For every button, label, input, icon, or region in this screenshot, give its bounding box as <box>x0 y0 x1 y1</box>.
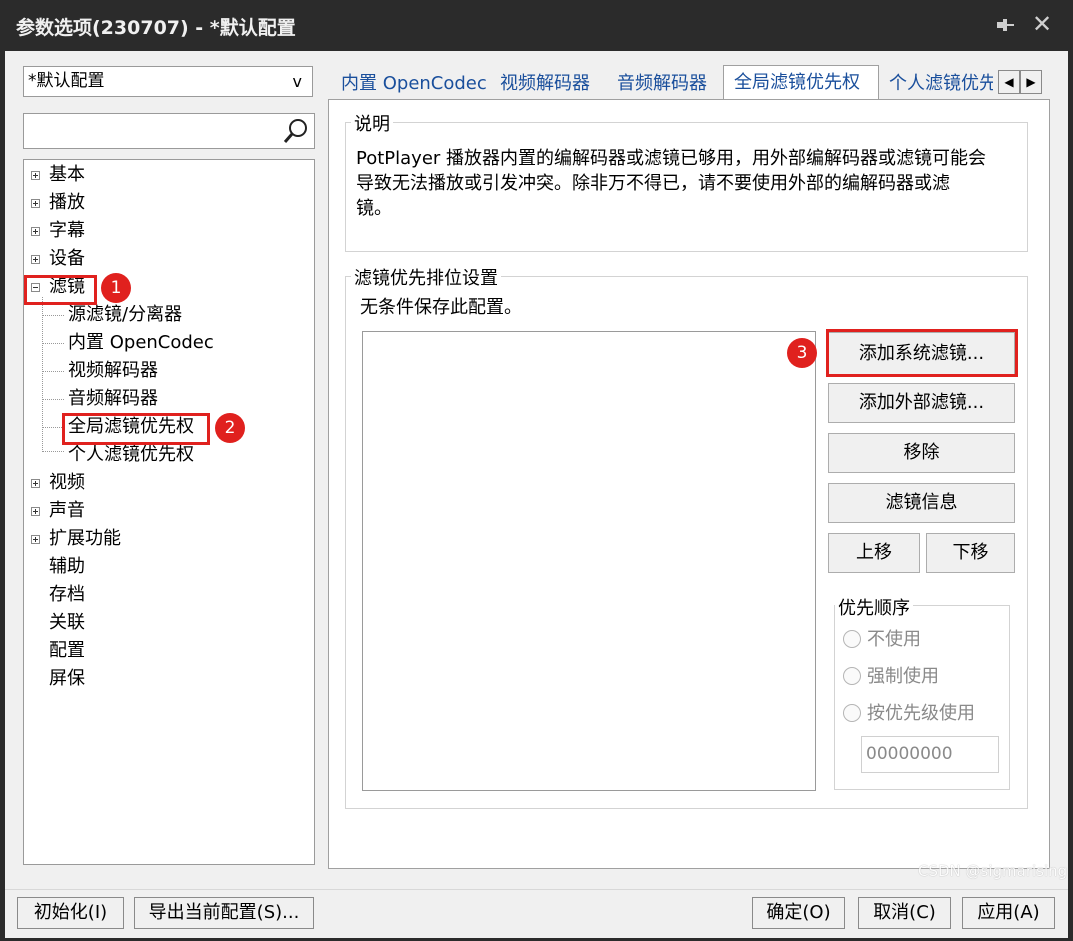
tree-item-config[interactable]: 配置 <box>49 638 85 664</box>
tree-connector <box>42 297 43 452</box>
tree-item-association[interactable]: 关联 <box>49 610 85 636</box>
tree-connector <box>42 427 64 428</box>
radio-circle <box>843 667 861 685</box>
tab-video-decoder[interactable]: 视频解码器 <box>500 69 590 101</box>
tab-personal-filter-priority[interactable]: 个人滤镜优先 <box>889 69 993 101</box>
tree-item-label: 屏保 <box>49 668 85 689</box>
tree-item-label: 视频解码器 <box>68 360 158 381</box>
tree-item-label: 存档 <box>49 584 85 605</box>
tree-item-label: 配置 <box>49 640 85 661</box>
profile-dropdown[interactable]: *默认配置 v <box>23 66 313 97</box>
client-area: *默认配置 v 基本 播放 字幕 设备 滤镜 源滤镜/分离器 内置 OpenCo… <box>5 51 1068 938</box>
tree-item-label: 基本 <box>49 164 85 185</box>
profile-dropdown-value: *默认配置 <box>28 71 105 91</box>
priority-value-field[interactable]: 00000000 <box>861 736 999 773</box>
export-config-button[interactable]: 导出当前配置(S)... <box>134 897 314 929</box>
expand-icon[interactable] <box>31 255 40 264</box>
expand-icon[interactable] <box>31 227 40 236</box>
tree-item-label: 设备 <box>49 248 85 269</box>
description-line-1: PotPlayer 播放器内置的编解码器或滤镜已够用，用外部编解码器或滤镜可能会 <box>356 148 987 169</box>
tree-connector <box>42 371 64 372</box>
step-badge-2: 2 <box>215 413 245 443</box>
tree-item-personal-filter-priority[interactable]: 个人滤镜优先权 <box>68 442 194 468</box>
apply-button[interactable]: 应用(A) <box>962 897 1055 929</box>
tab-strip: 内置 OpenCodec 视频解码器 音频解码器 全局滤镜优先权 个人滤镜优先 … <box>328 65 1050 101</box>
tree-item-label: 视频 <box>49 472 85 493</box>
tree-connector <box>42 399 64 400</box>
close-icon[interactable]: ✕ <box>1030 12 1054 36</box>
description-line-3: 镜。 <box>356 198 392 219</box>
settings-tree[interactable]: 基本 播放 字幕 设备 滤镜 源滤镜/分离器 内置 OpenCodec 视频解码… <box>23 159 315 865</box>
tab-panel: 说明 PotPlayer 播放器内置的编解码器或滤镜已够用，用外部编解码器或滤镜… <box>328 99 1050 869</box>
remove-button[interactable]: 移除 <box>828 433 1015 473</box>
expand-icon[interactable] <box>31 507 40 516</box>
tree-item-label: 内置 OpenCodec <box>68 332 214 353</box>
tab-global-filter-priority[interactable]: 全局滤镜优先权 <box>723 65 879 101</box>
preferences-window: 参数选项(230707) - *默认配置 ✕ *默认配置 v 基本 播放 字幕 … <box>0 0 1073 941</box>
order-group-label: 优先顺序 <box>835 594 913 620</box>
step-badge-3: 3 <box>787 338 817 368</box>
tree-item-label: 音频解码器 <box>68 388 158 409</box>
tree-item-label: 字幕 <box>49 220 85 241</box>
tree-item-label: 辅助 <box>49 556 85 577</box>
tree-item-label: 源滤镜/分离器 <box>68 304 183 325</box>
tree-connector <box>42 451 64 452</box>
priority-note: 无条件保存此配置。 <box>360 297 522 318</box>
step-badge-1: 1 <box>101 273 131 303</box>
highlight-box-filters <box>24 275 97 305</box>
description-group-label: 说明 <box>351 110 393 136</box>
tree-item-archive[interactable]: 存档 <box>49 582 85 608</box>
tree-item-label: 关联 <box>49 612 85 633</box>
watermark: CSDN @sigmarising <box>918 862 1068 880</box>
radio-label: 不使用 <box>867 629 921 650</box>
initialize-button[interactable]: 初始化(I) <box>17 897 124 929</box>
window-title: 参数选项(230707) - *默认配置 <box>16 17 296 39</box>
tree-item-screensaver[interactable]: 屏保 <box>49 666 85 692</box>
priority-group-label: 滤镜优先排位设置 <box>351 264 501 290</box>
radio-circle <box>843 630 861 648</box>
tree-item-opencodec[interactable]: 内置 OpenCodec <box>68 330 214 356</box>
ok-button[interactable]: 确定(O) <box>752 897 845 929</box>
move-down-button[interactable]: 下移 <box>926 533 1015 573</box>
radio-label: 按优先级使用 <box>867 703 975 724</box>
radio-circle <box>843 704 861 722</box>
expand-icon[interactable] <box>31 479 40 488</box>
radio-label: 强制使用 <box>867 666 939 687</box>
expand-icon[interactable] <box>31 171 40 180</box>
tree-item-video-decoder[interactable]: 视频解码器 <box>68 358 158 384</box>
highlight-box-add-system <box>826 329 1018 377</box>
tree-item-label: 个人滤镜优先权 <box>68 444 194 465</box>
tab-scroll-right-icon[interactable]: ▶ <box>1020 70 1042 94</box>
add-external-filter-button[interactable]: 添加外部滤镜... <box>828 383 1015 423</box>
tree-item-label: 扩展功能 <box>49 528 121 549</box>
filter-list[interactable] <box>362 331 816 791</box>
search-icon[interactable] <box>282 117 310 145</box>
search-input[interactable] <box>23 113 315 149</box>
expand-icon[interactable] <box>31 199 40 208</box>
tree-connector <box>42 343 64 344</box>
tree-item-audio-decoder[interactable]: 音频解码器 <box>68 386 158 412</box>
tree-item-assist[interactable]: 辅助 <box>49 554 85 580</box>
tree-item-source-filters[interactable]: 源滤镜/分离器 <box>68 302 182 328</box>
chevron-down-icon: v <box>292 72 302 91</box>
description-line-2: 导致无法播放或引发冲突。除非万不得已，请不要使用外部的编解码器或滤 <box>356 173 950 194</box>
filter-info-button[interactable]: 滤镜信息 <box>828 483 1015 523</box>
highlight-box-global-priority <box>62 413 210 445</box>
tree-connector <box>42 315 64 316</box>
tab-scroll-left-icon[interactable]: ◀ <box>998 70 1020 94</box>
expand-icon[interactable] <box>31 535 40 544</box>
footer-bar: 初始化(I) 导出当前配置(S)... 确定(O) 取消(C) 应用(A) <box>5 889 1068 938</box>
cancel-button[interactable]: 取消(C) <box>858 897 951 929</box>
tree-item-label: 声音 <box>49 500 85 521</box>
tree-item-label: 播放 <box>49 192 85 213</box>
tab-audio-decoder[interactable]: 音频解码器 <box>617 69 707 101</box>
pin-icon[interactable] <box>994 14 1016 36</box>
title-bar[interactable]: 参数选项(230707) - *默认配置 ✕ <box>0 0 1073 51</box>
move-up-button[interactable]: 上移 <box>828 533 920 573</box>
tab-opencodec[interactable]: 内置 OpenCodec <box>341 69 487 101</box>
